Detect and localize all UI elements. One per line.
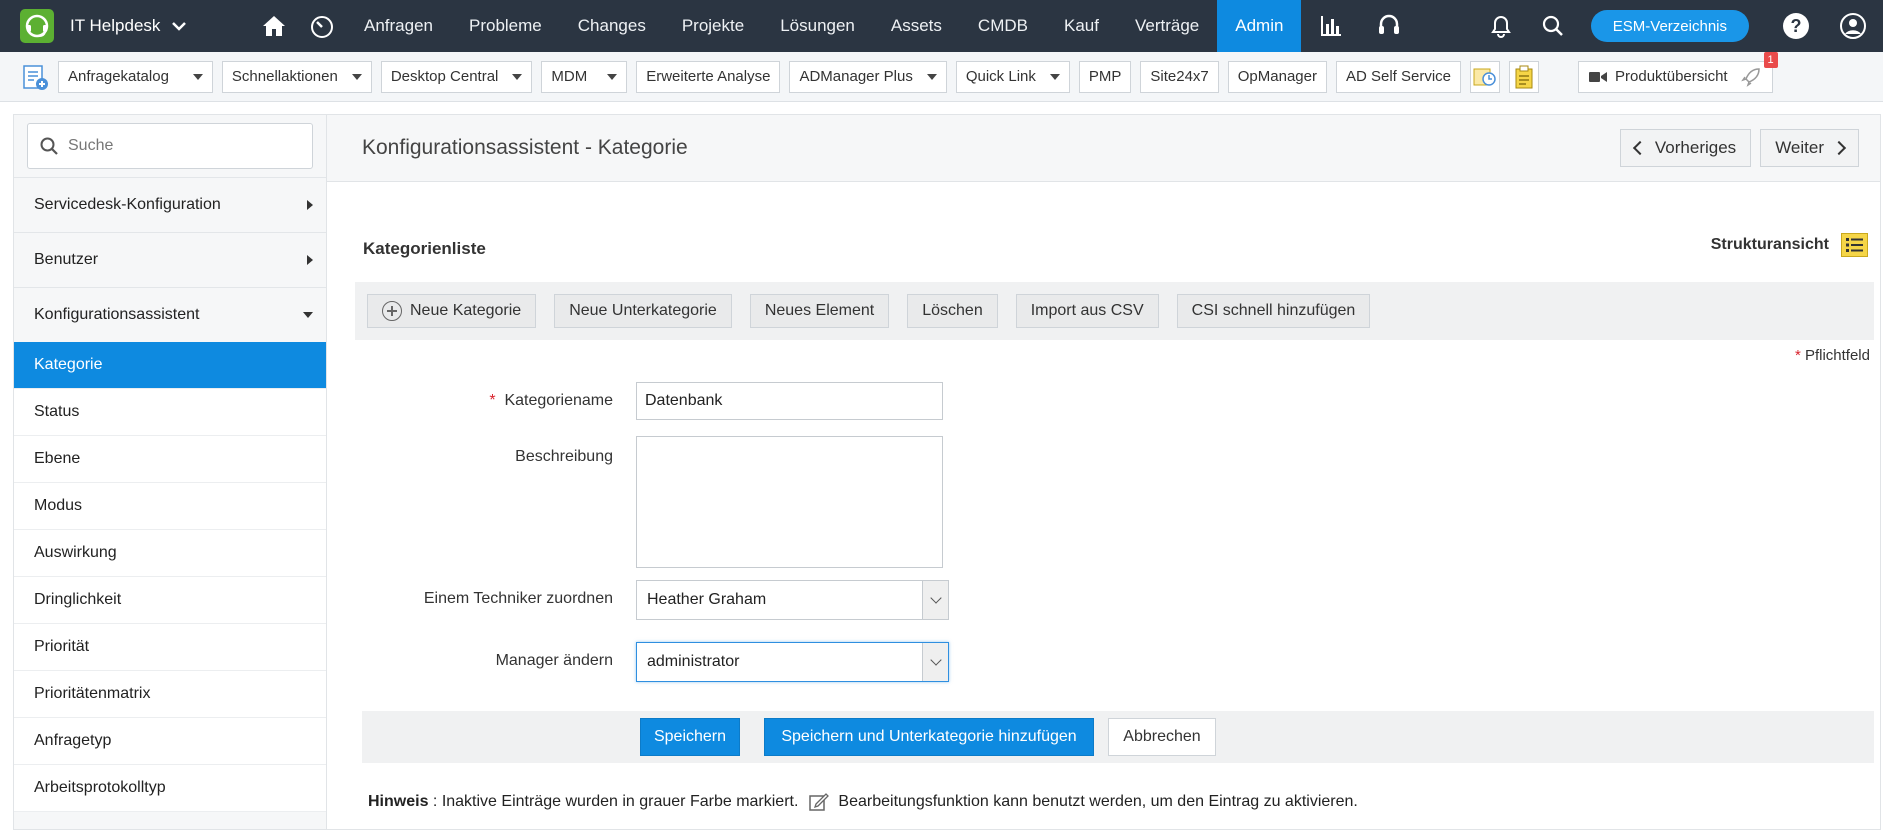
reports-bar-chart-icon[interactable]	[1307, 0, 1355, 52]
quick-actions-dropdown[interactable]: Schnellaktionen	[221, 60, 372, 93]
category-actions-bar: Neue Kategorie Neue Unterkategorie Neues…	[355, 282, 1874, 340]
page-title: Konfigurationsassistent - Kategorie	[362, 136, 688, 159]
sidebar-item-status[interactable]: Status	[14, 389, 326, 436]
nav-admin[interactable]: Admin	[1217, 0, 1302, 52]
sidebar-item-ebene[interactable]: Ebene	[14, 436, 326, 483]
nav-probleme[interactable]: Probleme	[451, 0, 560, 52]
top-navigation: IT Helpdesk Anfragen Probleme Changes Pr…	[0, 0, 1883, 52]
nav-anfragen[interactable]: Anfragen	[346, 0, 451, 52]
nav-vertraege[interactable]: Verträge	[1117, 0, 1217, 52]
chevron-down-icon	[922, 643, 948, 681]
main-content: Konfigurationsassistent - Kategorie Vorh…	[327, 114, 1881, 830]
structure-view-toggle[interactable]: Strukturansicht	[1711, 233, 1868, 257]
description-label: Beschreibung	[515, 448, 613, 465]
headset-icon[interactable]	[1365, 0, 1413, 52]
tree-list-icon	[1841, 233, 1868, 257]
helpdesk-logo-icon	[20, 9, 54, 43]
hint-note: Hinweis : Inaktive Einträge wurden in gr…	[368, 793, 1358, 811]
chevron-down-icon	[922, 581, 948, 619]
sidebar-item-auswirkung[interactable]: Auswirkung	[14, 530, 326, 577]
section-users[interactable]: Benutzer	[14, 232, 326, 287]
nav-cmdb[interactable]: CMDB	[960, 0, 1046, 52]
reminder-clock-icon[interactable]	[1470, 60, 1501, 93]
assign-technician-label: Einem Techniker zuordnen	[423, 590, 613, 607]
caret-down-icon	[303, 312, 313, 318]
save-and-add-subcategory-button[interactable]: Speichern und Unterkategorie hinzufügen	[764, 718, 1094, 756]
chevron-right-icon	[1831, 140, 1847, 156]
new-item-button[interactable]: Neues Element	[749, 294, 890, 328]
import-csv-button[interactable]: Import aus CSV	[1015, 294, 1159, 328]
category-name-input[interactable]	[636, 382, 943, 420]
nav-projekte[interactable]: Projekte	[664, 0, 762, 52]
category-name-label: * Kategoriename	[489, 392, 613, 409]
quick-link-dropdown[interactable]: Quick Link	[955, 60, 1070, 93]
new-subcategory-button[interactable]: Neue Unterkategorie	[554, 294, 732, 328]
rocket-icon	[1740, 67, 1760, 87]
user-avatar-icon[interactable]	[1829, 0, 1877, 52]
caret-right-icon	[307, 200, 313, 210]
pmp-button[interactable]: PMP	[1078, 60, 1132, 93]
sidebar-item-anfragetyp[interactable]: Anfragetyp	[14, 718, 326, 765]
description-textarea[interactable]	[636, 436, 943, 568]
sidebar-item-arbeitsprotokolltyp[interactable]: Arbeitsprotokolltyp	[14, 765, 326, 812]
mdm-dropdown[interactable]: MDM	[541, 60, 628, 93]
search-icon	[40, 137, 58, 155]
sidebar-item-dringlichkeit[interactable]: Dringlichkeit	[14, 577, 326, 624]
help-icon[interactable]: ?	[1783, 13, 1809, 39]
nav-kauf[interactable]: Kauf	[1046, 0, 1117, 52]
technician-select[interactable]: Heather Graham	[636, 580, 949, 620]
cancel-button[interactable]: Abbrechen	[1108, 718, 1216, 756]
category-list-heading: Kategorienliste	[363, 239, 486, 258]
desktop-central-dropdown[interactable]: Desktop Central	[380, 60, 533, 93]
chevron-down-icon	[172, 22, 187, 31]
csi-quick-add-button[interactable]: CSI schnell hinzufügen	[1176, 294, 1371, 328]
manager-select[interactable]: administrator	[636, 642, 949, 682]
app-title: IT Helpdesk	[70, 16, 161, 35]
notification-badge: 1	[1763, 51, 1778, 68]
nav-changes[interactable]: Changes	[560, 0, 664, 52]
edit-icon	[809, 793, 830, 811]
opmanager-button[interactable]: OpManager	[1227, 60, 1327, 93]
sidebar-item-prioritaet[interactable]: Priorität	[14, 624, 326, 671]
sidebar-item-kategorie[interactable]: Kategorie	[14, 342, 326, 389]
admanager-plus-dropdown[interactable]: ADManager Plus	[789, 60, 947, 93]
clipboard-icon[interactable]	[1509, 60, 1540, 93]
sidebar: Servicedesk-Konfiguration Benutzer Konfi…	[13, 114, 327, 830]
delete-button[interactable]: Löschen	[907, 294, 998, 328]
save-button[interactable]: Speichern	[640, 718, 740, 756]
dashboard-gauge-icon[interactable]	[298, 0, 346, 52]
change-manager-label: Manager ändern	[495, 652, 613, 669]
ad-self-service-button[interactable]: AD Self Service	[1335, 60, 1462, 93]
caret-right-icon	[307, 255, 313, 265]
notifications-bell-icon[interactable]	[1477, 0, 1525, 52]
sidebar-item-modus[interactable]: Modus	[14, 483, 326, 530]
new-category-button[interactable]: Neue Kategorie	[367, 294, 537, 328]
page-header: Konfigurationsassistent - Kategorie Vorh…	[327, 115, 1880, 182]
next-button[interactable]: Weiter	[1760, 129, 1859, 167]
product-overview-button[interactable]: Produktübersicht 1	[1578, 51, 1778, 93]
new-request-icon[interactable]	[20, 62, 50, 92]
request-catalog-dropdown[interactable]: Anfragekatalog	[58, 60, 213, 93]
app-switcher[interactable]: IT Helpdesk	[0, 0, 250, 52]
nav-assets[interactable]: Assets	[873, 0, 960, 52]
nav-loesungen[interactable]: Lösungen	[762, 0, 873, 52]
sidebar-item-prioritaetenmatrix[interactable]: Prioritätenmatrix	[14, 671, 326, 718]
search-icon[interactable]	[1529, 0, 1577, 52]
sidebar-search-input[interactable]	[68, 137, 288, 155]
site24x7-button[interactable]: Site24x7	[1140, 60, 1219, 93]
sidebar-search	[27, 123, 313, 169]
previous-button[interactable]: Vorheriges	[1619, 129, 1752, 167]
chevron-left-icon	[1632, 140, 1647, 156]
esm-directory-button[interactable]: ESM-Verzeichnis	[1590, 10, 1749, 42]
home-icon[interactable]	[250, 0, 298, 52]
add-circle-icon	[382, 301, 402, 321]
section-servicedesk-configuration[interactable]: Servicedesk-Konfiguration	[14, 177, 326, 232]
section-configuration-wizard[interactable]: Konfigurationsassistent	[14, 287, 326, 342]
advanced-analytics-button[interactable]: Erweiterte Analyse	[636, 60, 781, 93]
quick-toolbar: Anfragekatalog Schnellaktionen Desktop C…	[0, 51, 1883, 102]
configuration-wizard-items: Kategorie Status Ebene Modus Auswirkung …	[14, 342, 326, 812]
required-field-legend: * Pflichtfeld	[1794, 347, 1870, 364]
video-camera-icon	[1589, 71, 1608, 82]
